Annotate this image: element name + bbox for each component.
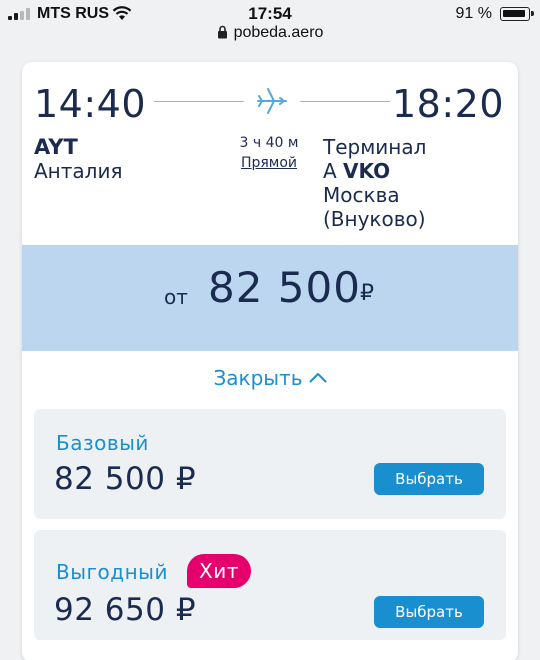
direct-flight-link[interactable]: Прямой bbox=[234, 155, 304, 171]
fare-price: 82 500 ₽ bbox=[54, 461, 197, 497]
flight-card: 14:40 18:20 AYT Анталия 3 ч 40 м Прямой … bbox=[22, 62, 518, 660]
route-line-right bbox=[300, 101, 390, 102]
departure-time: 14:40 bbox=[34, 82, 147, 126]
select-basic-fare-button[interactable]: Выбрать bbox=[374, 463, 484, 495]
chevron-up-icon bbox=[309, 373, 327, 383]
departure-airport-code: AYT bbox=[34, 135, 78, 159]
address-bar[interactable]: pobeda.aero bbox=[0, 24, 540, 48]
departure-city: Анталия bbox=[34, 159, 123, 183]
route-line-left bbox=[154, 101, 244, 102]
fare-price: 92 650 ₽ bbox=[54, 592, 197, 628]
arrival-info: Терминал A VKO Москва (Внуково) bbox=[323, 135, 503, 231]
lock-icon bbox=[217, 25, 227, 39]
price-amount: 82 500 bbox=[208, 263, 361, 312]
hit-badge: Хит bbox=[187, 554, 251, 588]
battery-icon bbox=[500, 7, 534, 21]
url-text: pobeda.aero bbox=[233, 24, 324, 41]
price-prefix: от bbox=[164, 285, 188, 309]
fare-name: Выгодный bbox=[56, 560, 168, 584]
battery-percent: 91 % bbox=[455, 5, 492, 22]
fare-name: Базовый bbox=[56, 431, 149, 455]
status-bar: MTS RUS 17:54 91 % bbox=[0, 0, 540, 26]
collapse-fares-button[interactable]: Закрыть bbox=[22, 366, 518, 390]
fare-option-profitable: Выгодный Хит 92 650 ₽ Выбрать bbox=[34, 530, 506, 640]
collapse-label: Закрыть bbox=[213, 366, 303, 390]
arrival-time: 18:20 bbox=[391, 82, 504, 126]
arrival-terminal-label: Терминал bbox=[323, 135, 427, 159]
arrival-terminal-line: A VKO bbox=[323, 159, 503, 183]
price-summary: от 82 500 ₽ bbox=[22, 245, 518, 351]
arrival-airport-code: VKO bbox=[343, 159, 391, 183]
price-currency: ₽ bbox=[360, 281, 374, 306]
arrival-city: Москва bbox=[323, 183, 400, 207]
plane-icon bbox=[257, 88, 287, 114]
arrival-terminal: A bbox=[323, 159, 337, 183]
fare-option-basic: Базовый 82 500 ₽ Выбрать bbox=[34, 409, 506, 519]
select-profitable-fare-button[interactable]: Выбрать bbox=[374, 596, 484, 628]
flight-duration: 3 ч 40 м bbox=[239, 135, 299, 151]
arrival-airport-name: (Внуково) bbox=[323, 207, 426, 231]
